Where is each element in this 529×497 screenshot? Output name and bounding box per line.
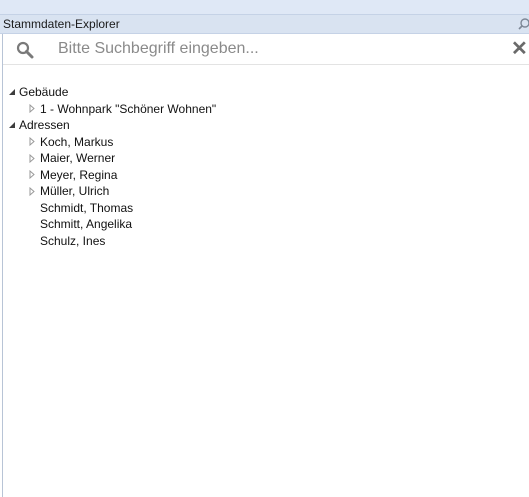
- expanded-arrow-icon[interactable]: [7, 117, 17, 133]
- tree-node-label: 1 - Wohnpark "Schöner Wohnen": [40, 101, 217, 116]
- collapsed-arrow-icon[interactable]: [27, 150, 37, 166]
- collapsed-arrow-icon[interactable]: [27, 101, 37, 117]
- tree-view: Gebäude 1 - Wohnpark "Schöner Wohnen" Ad…: [3, 84, 529, 249]
- expanded-arrow-icon[interactable]: [7, 84, 17, 100]
- tree-node-label: Schmitt, Angelika: [40, 217, 133, 231]
- search-input[interactable]: [58, 38, 458, 60]
- tree-node-label: Schulz, Ines: [40, 233, 106, 248]
- search-icon: [16, 41, 34, 59]
- tree-node-address[interactable]: Maier, Werner: [3, 150, 529, 167]
- collapsed-arrow-icon[interactable]: [27, 183, 37, 199]
- tree-node-label: Adressen: [19, 118, 70, 132]
- tree-node-label: Schmidt, Thomas: [40, 200, 134, 215]
- panel-title-bar[interactable]: Stammdaten-Explorer: [0, 14, 529, 34]
- stammdaten-explorer-window: Stammdaten-Explorer ✕: [0, 0, 529, 497]
- tree-node-address[interactable]: Schulz, Ines: [3, 233, 529, 250]
- tree-node-address[interactable]: Müller, Ulrich: [3, 183, 529, 200]
- tree-node-address[interactable]: Meyer, Regina: [3, 167, 529, 184]
- top-strip: [0, 0, 529, 14]
- tree-node-label: Gebäude: [19, 85, 69, 99]
- clear-search-icon[interactable]: ✕: [511, 39, 528, 59]
- panel-title: Stammdaten-Explorer: [3, 17, 120, 31]
- collapsed-arrow-icon[interactable]: [27, 134, 37, 150]
- tree-node-label: Koch, Markus: [40, 134, 114, 149]
- tree-node-label: Maier, Werner: [40, 151, 116, 165]
- search-row: ✕: [3, 34, 529, 65]
- search-pin-icon[interactable]: [515, 17, 529, 31]
- tree-node-address[interactable]: Schmitt, Angelika: [3, 216, 529, 233]
- tree-node-address[interactable]: Koch, Markus: [3, 134, 529, 151]
- tree-node-adressen[interactable]: Adressen: [3, 117, 529, 134]
- panel-body: ✕ Gebäude 1 - Wohnpark "Schöner Wohnen": [2, 34, 529, 497]
- collapsed-arrow-icon[interactable]: [27, 167, 37, 183]
- tree-node-gebaeude[interactable]: Gebäude: [3, 84, 529, 101]
- tree-node-wohnpark[interactable]: 1 - Wohnpark "Schöner Wohnen": [3, 101, 529, 118]
- tree-node-address[interactable]: Schmidt, Thomas: [3, 200, 529, 217]
- tree-node-label: Meyer, Regina: [40, 167, 118, 182]
- tree-node-label: Müller, Ulrich: [40, 184, 110, 198]
